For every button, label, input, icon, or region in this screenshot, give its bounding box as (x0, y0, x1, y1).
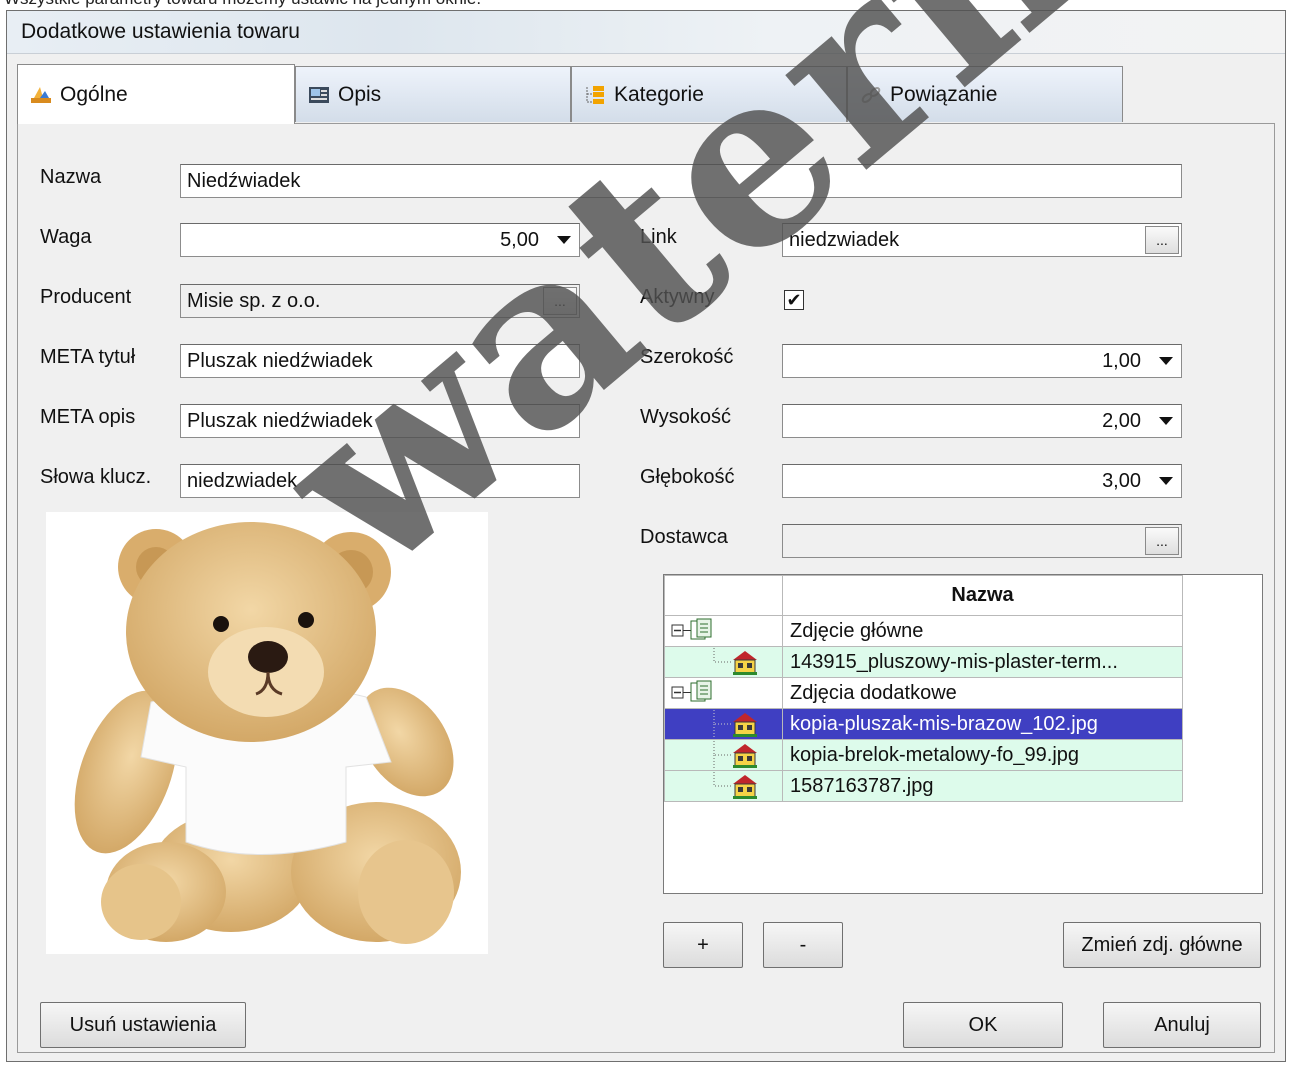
general-icon (30, 85, 52, 105)
wysokosc-value: 2,00 (1102, 410, 1141, 432)
table-row[interactable]: kopia-brelok-metalowy-fo_99.jpg (664, 739, 1183, 771)
ok-button[interactable]: OK (903, 1002, 1063, 1048)
tab-powiazanie[interactable]: Powiązanie (847, 66, 1123, 122)
waga-label: Waga (40, 226, 92, 248)
aktywny-checkbox[interactable]: ✔ (784, 290, 804, 310)
image-file-icon (713, 772, 757, 799)
grid-header-nazwa[interactable]: Nazwa (782, 575, 1183, 616)
row-name: kopia-brelok-metalowy-fo_99.jpg (782, 739, 1183, 771)
tab-ogolne[interactable]: Ogólne (17, 64, 295, 124)
producent-browse-button[interactable]: ... (543, 287, 577, 315)
link-value: niedzwiadek (789, 229, 900, 251)
tab-opis[interactable]: Opis (295, 66, 571, 122)
nazwa-label: Nazwa (40, 166, 102, 188)
meta-opis-field[interactable]: Pluszak niedźwiadek (180, 404, 580, 438)
images-table: Nazwa Zdjęcie główne 143915_pluszowy-mis… (664, 575, 1183, 802)
aktywny-label: Aktywny (640, 286, 715, 308)
glebokosc-field[interactable]: 3,00 (782, 464, 1182, 498)
dostawca-field[interactable]: ... (782, 524, 1182, 558)
glebokosc-label: Głębokość (640, 466, 735, 488)
meta-tytul-field[interactable]: Pluszak niedźwiadek (180, 344, 580, 378)
product-photo (46, 512, 488, 954)
meta-opis-label: META opis (40, 406, 136, 428)
table-row-selected[interactable]: kopia-pluszak-mis-brazow_102.jpg (664, 708, 1183, 740)
tab-label: Powiązanie (890, 82, 998, 106)
row-name: 143915_pluszowy-mis-plaster-term... (782, 646, 1183, 678)
row-name: 1587163787.jpg (782, 770, 1183, 802)
images-grid[interactable]: Nazwa Zdjęcie główne 143915_pluszowy-mis… (663, 574, 1263, 894)
producent-field[interactable]: Misie sp. z o.o. ... (180, 284, 580, 318)
product-settings-dialog: Dodatkowe ustawienia towaru Ogólne Opis … (6, 10, 1286, 1062)
teddy-bear-image (74, 522, 461, 944)
table-row[interactable]: 143915_pluszowy-mis-plaster-term... (664, 646, 1183, 678)
dostawca-label: Dostawca (640, 526, 728, 548)
link-icon (860, 85, 882, 105)
szerokosc-value: 1,00 (1102, 350, 1141, 372)
image-file-icon (713, 648, 757, 675)
tree-cell (664, 708, 783, 740)
glebokosc-value: 3,00 (1102, 470, 1141, 492)
slowa-klucz-label: Słowa klucz. (40, 466, 152, 488)
chevron-down-icon[interactable] (551, 227, 577, 253)
window-title: Dodatkowe ustawienia towaru (21, 20, 300, 43)
grid-header-blank (664, 575, 783, 616)
tab-label: Ogólne (60, 82, 128, 106)
szerokosc-field[interactable]: 1,00 (782, 344, 1182, 378)
table-row[interactable]: Zdjęcie główne (664, 615, 1183, 647)
remove-image-button[interactable]: - (763, 922, 843, 968)
tab-panel-ogolne: Nazwa Niedźwiadek Waga 5,00 Producent Mi… (17, 123, 1275, 1053)
wysokosc-label: Wysokość (640, 406, 731, 428)
slowa-klucz-field[interactable]: niedzwiadek (180, 464, 580, 498)
tree-cell (664, 615, 783, 647)
row-name: Zdjęcie główne (782, 615, 1183, 647)
image-file-icon (713, 741, 757, 769)
row-name: kopia-pluszak-mis-brazow_102.jpg (782, 708, 1183, 740)
waga-value: 5,00 (500, 229, 539, 251)
grid-header-row: Nazwa (664, 575, 1183, 616)
chevron-down-icon[interactable] (1153, 348, 1179, 374)
row-name: Zdjęcia dodatkowe (782, 677, 1183, 709)
tree-cell (664, 677, 783, 709)
producent-label: Producent (40, 286, 132, 308)
tab-kategorie[interactable]: Kategorie (571, 66, 847, 122)
link-label: Link (640, 226, 677, 248)
cancel-button[interactable]: Anuluj (1103, 1002, 1261, 1048)
categories-icon (584, 85, 606, 105)
link-field[interactable]: niedzwiadek ... (782, 223, 1182, 257)
szerokosc-label: Szerokość (640, 346, 734, 368)
image-file-icon (713, 710, 757, 738)
waga-field[interactable]: 5,00 (180, 223, 580, 257)
tab-label: Opis (338, 82, 382, 106)
description-icon (308, 85, 330, 105)
tab-label: Kategorie (614, 82, 704, 106)
folder-group-icon (671, 618, 712, 640)
table-row[interactable]: 1587163787.jpg (664, 770, 1183, 802)
wysokosc-field[interactable]: 2,00 (782, 404, 1182, 438)
change-main-image-button[interactable]: Zmień zdj. główne (1063, 922, 1261, 968)
add-image-button[interactable]: + (663, 922, 743, 968)
meta-tytul-label: META tytuł (40, 346, 136, 368)
tree-cell (664, 770, 783, 802)
chevron-down-icon[interactable] (1153, 468, 1179, 494)
link-browse-button[interactable]: ... (1145, 226, 1179, 254)
nazwa-field[interactable]: Niedźwiadek (180, 164, 1182, 198)
producent-value: Misie sp. z o.o. (187, 290, 321, 312)
folder-group-icon (671, 680, 712, 702)
tree-cell (664, 739, 783, 771)
caption-text: Wszystkie parametry towaru możemy ustawi… (4, 0, 481, 9)
chevron-down-icon[interactable] (1153, 408, 1179, 434)
delete-settings-button[interactable]: Usuń ustawienia (40, 1002, 246, 1048)
tree-cell (664, 646, 783, 678)
table-row[interactable]: Zdjęcia dodatkowe (664, 677, 1183, 709)
dostawca-browse-button[interactable]: ... (1145, 527, 1179, 555)
title-bar[interactable]: Dodatkowe ustawienia towaru (7, 11, 1285, 54)
